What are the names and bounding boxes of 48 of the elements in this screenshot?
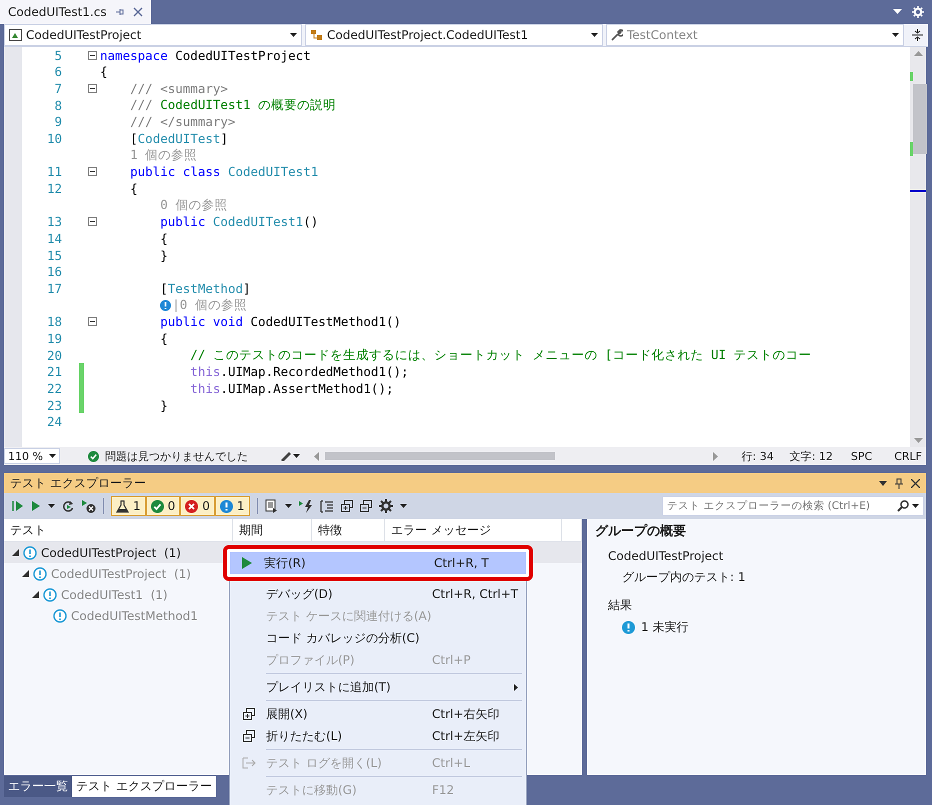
line-number: 13 bbox=[46, 214, 62, 230]
code-line: this.UIMap.RecordedMethod1(); bbox=[189, 364, 409, 380]
results-heading: 結果 bbox=[607, 597, 633, 614]
test-count: グループ内のテスト: 1 bbox=[621, 569, 746, 586]
code-line: public void CodedUITestMethod1() bbox=[159, 314, 402, 330]
code-line: public CodedUITest1() bbox=[159, 214, 318, 230]
line-ending-indicator: CRLF bbox=[894, 450, 922, 462]
code-line: /// <summary> bbox=[129, 81, 228, 96]
line-number: 8 bbox=[53, 98, 62, 113]
code-line: } bbox=[159, 398, 168, 413]
code-line: // このテストのコードを生成するには、ショートカット メニューの [コード化された UI テストのコー bbox=[189, 346, 812, 364]
column-indicator: 文字: 12 bbox=[790, 448, 833, 464]
line-number: 14 bbox=[46, 231, 62, 246]
line-number: 20 bbox=[46, 348, 62, 363]
code-line: namespace CodedUITestProject bbox=[100, 48, 311, 63]
line-number: 6 bbox=[53, 64, 62, 80]
code-line: public class CodedUITest1 bbox=[129, 164, 318, 180]
code-line: /// </summary> bbox=[129, 114, 236, 130]
line-number: 24 bbox=[46, 414, 62, 430]
line-number: 11 bbox=[46, 164, 62, 180]
code-line: [CodedUITest] bbox=[129, 131, 228, 146]
line-number: 9 bbox=[53, 114, 62, 130]
line-number: 19 bbox=[46, 330, 62, 346]
code-line: { bbox=[159, 330, 168, 346]
line-number: 12 bbox=[46, 181, 62, 196]
line-indicator: 行: 34 bbox=[742, 448, 774, 464]
line-number: 17 bbox=[46, 281, 62, 296]
line-number: 5 bbox=[53, 48, 62, 63]
line-number: 18 bbox=[46, 314, 62, 330]
code-line: this.UIMap.AssertMethod1(); bbox=[189, 380, 394, 396]
line-number: 23 bbox=[46, 398, 62, 413]
code-line: } bbox=[159, 248, 168, 263]
code-line: /// CodedUITest1 の概要の説明 bbox=[129, 96, 336, 114]
code-line: { bbox=[129, 181, 138, 196]
line-number: 22 bbox=[46, 380, 62, 396]
line-number: 15 bbox=[46, 248, 62, 263]
code-line: { bbox=[100, 64, 108, 80]
code-line: { bbox=[159, 231, 168, 246]
group-name: CodedUITestProject bbox=[607, 549, 724, 565]
line-number: 16 bbox=[46, 264, 62, 280]
summary-title: グループの概要 bbox=[595, 522, 687, 540]
line-number: 7 bbox=[53, 81, 62, 96]
line-number: 21 bbox=[46, 364, 62, 380]
whitespace-indicator: SPC bbox=[850, 450, 872, 462]
line-number: 10 bbox=[46, 131, 62, 146]
code-line: [TestMethod] bbox=[159, 281, 251, 296]
not-run-result: 1 未実行 bbox=[641, 618, 688, 636]
panel-title: テスト エクスプローラー bbox=[10, 474, 146, 492]
